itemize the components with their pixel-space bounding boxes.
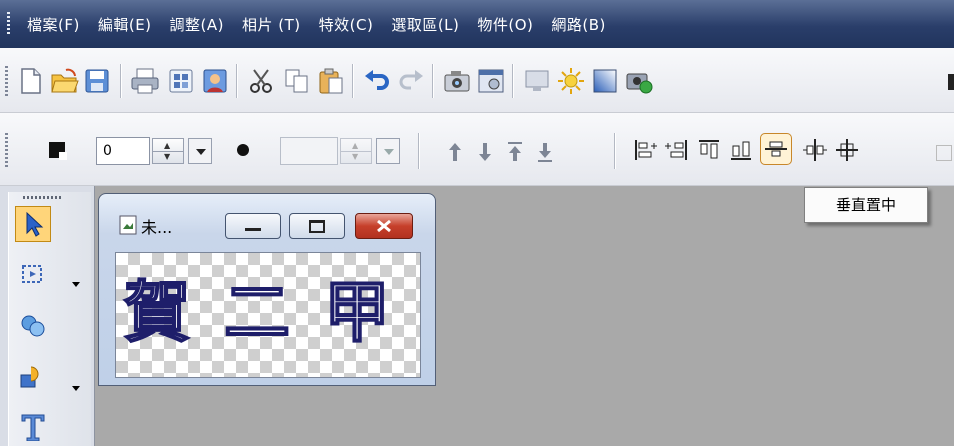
new-icon[interactable]: [14, 64, 48, 98]
photo-icon[interactable]: [198, 64, 232, 98]
bring-to-top-icon[interactable]: [498, 135, 532, 169]
save-icon[interactable]: [80, 64, 114, 98]
toolbar-separator: [512, 64, 513, 98]
print-icon[interactable]: [128, 64, 162, 98]
open-icon[interactable]: [48, 64, 82, 98]
center-vertical-icon[interactable]: [760, 133, 792, 165]
align-bottom-icon[interactable]: [724, 133, 758, 167]
toolbar-separator: [236, 64, 237, 98]
menu-adjust[interactable]: 調整(A): [161, 14, 233, 35]
brightness-icon[interactable]: [554, 64, 588, 98]
camera-icon[interactable]: [440, 64, 474, 98]
shape-icon[interactable]: [15, 308, 51, 344]
paste-icon[interactable]: [314, 64, 348, 98]
panel-grip[interactable]: [23, 196, 63, 199]
close-button[interactable]: [355, 213, 413, 239]
minimize-button[interactable]: [225, 213, 281, 239]
menu-effects[interactable]: 特效(C): [310, 14, 383, 35]
center-horizontal-icon[interactable]: [798, 133, 832, 167]
screen-icon[interactable]: [520, 64, 554, 98]
center-both-icon[interactable]: [830, 133, 864, 167]
object-icon[interactable]: [15, 358, 51, 394]
tool-panel: [0, 186, 95, 446]
toolbar-separator: [120, 64, 121, 98]
scan-icon[interactable]: [164, 64, 198, 98]
standard-toolbar: [0, 48, 954, 113]
text-icon[interactable]: [15, 408, 51, 444]
toolbar-separator: [614, 133, 615, 169]
redo-icon[interactable]: [394, 64, 428, 98]
toolbar-grip[interactable]: [5, 133, 8, 167]
align-right-icon[interactable]: [660, 133, 694, 167]
more-align-icon[interactable]: [936, 145, 952, 161]
document-window[interactable]: 未... 賀二甲: [98, 193, 436, 386]
send-to-bottom-icon[interactable]: [528, 135, 562, 169]
close-icon: [377, 219, 391, 233]
canvas-text: 賀二甲: [123, 272, 421, 352]
move-up-icon[interactable]: [438, 135, 472, 169]
menu-photo[interactable]: 相片 (T): [233, 14, 310, 35]
selection-dropdown-icon[interactable]: [72, 282, 80, 287]
attribute-toolbar: 0 ▲ ▼ ▲ ▼: [0, 113, 954, 186]
align-left-icon[interactable]: [628, 133, 662, 167]
menu-edit[interactable]: 編輯(E): [89, 14, 161, 35]
menu-grip[interactable]: [7, 12, 10, 36]
maximize-icon: [309, 219, 325, 233]
move-down-icon[interactable]: [468, 135, 502, 169]
capture-icon[interactable]: [474, 64, 508, 98]
align-top-icon[interactable]: [692, 133, 726, 167]
toolbar-overflow-icon: [948, 74, 954, 90]
fill-value-spinner: ▲ ▼: [340, 138, 372, 164]
line-color-icon[interactable]: [40, 133, 74, 167]
menu-file[interactable]: 檔案(F): [18, 14, 89, 35]
image-canvas[interactable]: 賀二甲: [115, 252, 421, 378]
maximize-button[interactable]: [289, 213, 345, 239]
minimize-icon: [245, 227, 261, 231]
toolbar-separator: [418, 133, 419, 169]
pointer-icon[interactable]: [15, 206, 51, 242]
sticker-icon[interactable]: [622, 64, 656, 98]
toolbar-grip[interactable]: [5, 66, 8, 96]
document-title: 未...: [141, 218, 173, 237]
line-width-spinner[interactable]: ▲ ▼: [152, 138, 184, 164]
document-icon: [119, 215, 137, 235]
undo-icon[interactable]: [360, 64, 394, 98]
fill-style-dropdown: [376, 138, 400, 164]
toolbar-separator: [432, 64, 433, 98]
line-style-dropdown[interactable]: [188, 138, 212, 164]
menu-web[interactable]: 網路(B): [542, 14, 615, 35]
copy-icon[interactable]: [280, 64, 314, 98]
cut-icon[interactable]: [244, 64, 278, 98]
fill-value-input: [280, 137, 338, 165]
line-width-input[interactable]: 0: [96, 137, 150, 165]
object-dropdown-icon[interactable]: [72, 386, 80, 391]
fill-mode-icon[interactable]: [226, 133, 260, 167]
selection-icon[interactable]: [15, 256, 51, 292]
menu-object[interactable]: 物件(O): [468, 14, 542, 35]
tooltip: 垂直置中: [804, 187, 928, 223]
toolbar-separator: [352, 64, 353, 98]
menu-bar: 檔案(F) 編輯(E) 調整(A) 相片 (T) 特效(C) 選取區(L) 物件…: [0, 0, 954, 48]
menu-selection[interactable]: 選取區(L): [382, 14, 468, 35]
gradient-icon[interactable]: [588, 64, 622, 98]
